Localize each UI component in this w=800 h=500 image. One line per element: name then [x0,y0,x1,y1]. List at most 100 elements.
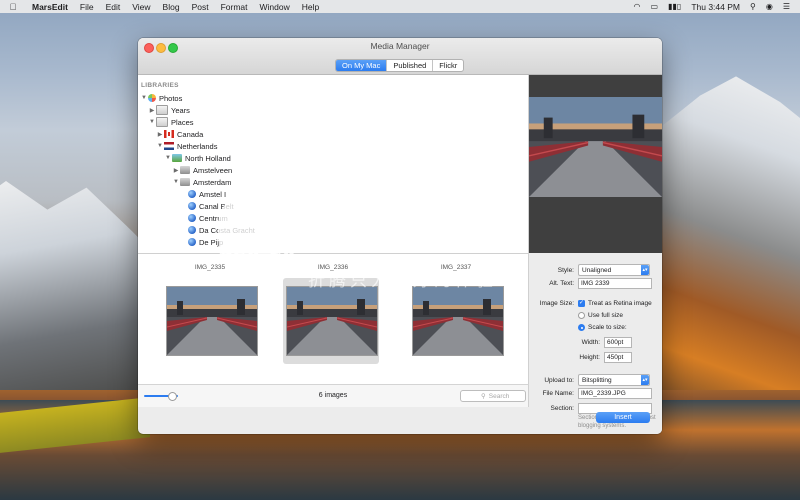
tree-item-photos[interactable]: ▼ Photos [140,92,182,104]
style-value: Unaligned [582,266,612,274]
tree-item-label: Amstelveen [193,165,233,175]
flag-netherlands-icon [164,142,174,150]
filename-label: File Name: [542,390,574,397]
width-field[interactable]: 600pt [604,337,632,348]
disclosure-open-icon[interactable]: ▼ [156,143,164,149]
style-row: Style: Unaligned ▴▾ [529,264,650,276]
disclosure-open-icon[interactable]: ▼ [164,155,172,161]
upload-row: Upload to: Bitsplitting ▴▾ [529,374,650,386]
disclosure-closed-icon[interactable]: ▶ [172,167,180,174]
tree-item-de-pijp[interactable]: De Pijp [180,236,223,248]
image-preview-pane [529,75,662,253]
thumbnail-image[interactable] [412,286,504,356]
height-field[interactable]: 450pt [604,352,632,363]
photos-icon [148,94,156,102]
menu-bar:  MarsEdit File Edit View Blog Post Form… [0,0,800,13]
preview-image [529,97,662,197]
menu-help[interactable]: Help [296,2,325,12]
menu-app-name[interactable]: MarsEdit [26,2,74,12]
tree-item-amstel-i[interactable]: Amstel I [180,188,226,200]
tab-on-my-mac[interactable]: On My Mac [336,60,387,71]
status-area: ◠ ▭ ▮▮▯ Thu 3:44 PM ⚲ ◉ ☰ [634,2,800,12]
thumbnail-item[interactable]: IMG_2335 [160,264,260,370]
search-input[interactable]: ⚲ Search [460,390,526,402]
spotlight-icon[interactable]: ⚲ [750,2,756,11]
scale-radio[interactable] [578,324,585,331]
watermark-subtitle: 折腾只为更好的体验 [308,271,497,291]
tree-item-north-holland[interactable]: ▼ North Holland [164,152,231,164]
image-size-row: Image Size: ✓ Treat as Retina image [529,300,652,307]
source-tabs: On My Mac Published Flickr [335,59,465,72]
disclosure-open-icon[interactable]: ▼ [140,95,148,101]
full-size-label: Use full size [588,312,624,319]
menu-edit[interactable]: Edit [100,2,127,12]
building-icon [180,178,190,186]
tree-item-label: Canada [177,129,204,139]
upload-value: Bitsplitting [582,376,612,384]
thumbnail-image[interactable] [166,286,258,356]
disclosure-closed-icon[interactable]: ▶ [156,131,164,138]
upload-popup[interactable]: Bitsplitting ▴▾ [578,374,650,386]
tree-item-label: Years [171,105,190,115]
thumbnail-image[interactable] [286,286,378,356]
menu-post[interactable]: Post [186,2,215,12]
retina-label: Treat as Retina image [588,300,652,307]
folder-icon [156,105,168,115]
watermark-title: 黑苹果社区 [305,213,501,254]
disclosure-open-icon[interactable]: ▼ [172,179,180,185]
airplay-icon[interactable]: ▭ [651,2,659,11]
menu-blog[interactable]: Blog [157,2,186,12]
filename-field[interactable]: IMG_2339.JPG [578,388,652,399]
tab-published[interactable]: Published [386,60,432,71]
alt-text-label: Alt. Text: [549,280,574,287]
disclosure-closed-icon[interactable]: ▶ [148,107,156,114]
popup-arrows-icon: ▴▾ [641,265,649,275]
map-icon [172,154,182,162]
tree-item-years[interactable]: ▶ Years [148,104,190,116]
tree-item-label: Netherlands [177,141,218,151]
apple-menu-icon[interactable]:  [0,2,26,12]
filename-row: File Name: IMG_2339.JPG [529,388,652,399]
notification-center-icon[interactable]: ☰ [783,2,790,11]
tree-item-netherlands[interactable]: ▼ Netherlands [156,140,217,152]
globe-icon [188,214,196,222]
height-row: Height: 450pt [529,352,632,363]
height-label: Height: [579,354,600,361]
globe-icon [188,202,196,210]
tree-item-label: Places [171,117,194,127]
width-label: Width: [581,339,600,346]
window-title: Media Manager [370,41,430,51]
disclosure-open-icon[interactable]: ▼ [148,119,156,125]
battery-icon[interactable]: ▮▮▯ [668,2,681,11]
menu-view[interactable]: View [126,2,156,12]
menu-window[interactable]: Window [254,2,296,12]
alt-text-field[interactable]: IMG 2339 [578,278,652,289]
upload-label: Upload to: [544,376,574,384]
style-popup[interactable]: Unaligned ▴▾ [578,264,650,276]
image-settings-pane: Style: Unaligned ▴▾ Alt. Text: IMG 2339 … [529,254,662,434]
menu-file[interactable]: File [74,2,100,12]
scale-row: Scale to size: [578,324,627,331]
insert-button[interactable]: Insert [596,412,650,423]
tree-item-canada[interactable]: ▶ Canada [156,128,204,140]
search-placeholder: Search [488,392,510,400]
tree-item-amsterdam[interactable]: ▼ Amsterdam [172,176,231,188]
tree-item-places[interactable]: ▼ Places [148,116,194,128]
full-size-radio[interactable] [578,312,585,319]
globe-icon [188,190,196,198]
menu-clock[interactable]: Thu 3:44 PM [691,2,740,12]
tab-flickr[interactable]: Flickr [432,60,463,71]
style-label: Style: [557,266,574,274]
image-size-label: Image Size: [539,300,574,307]
building-icon [180,166,190,174]
menu-format[interactable]: Format [215,2,254,12]
siri-icon[interactable]: ◉ [766,2,773,11]
libraries-heading: LIBRARIES [141,82,179,89]
width-row: Width: 600pt [529,337,632,348]
tree-item-amstelveen[interactable]: ▶ Amstelveen [172,164,233,176]
scale-label: Scale to size: [588,324,627,331]
search-icon: ⚲ [481,393,486,400]
retina-checkbox[interactable]: ✓ [578,300,585,307]
wifi-icon[interactable]: ◠ [634,2,641,11]
tree-item-label: Amstel I [199,189,227,199]
